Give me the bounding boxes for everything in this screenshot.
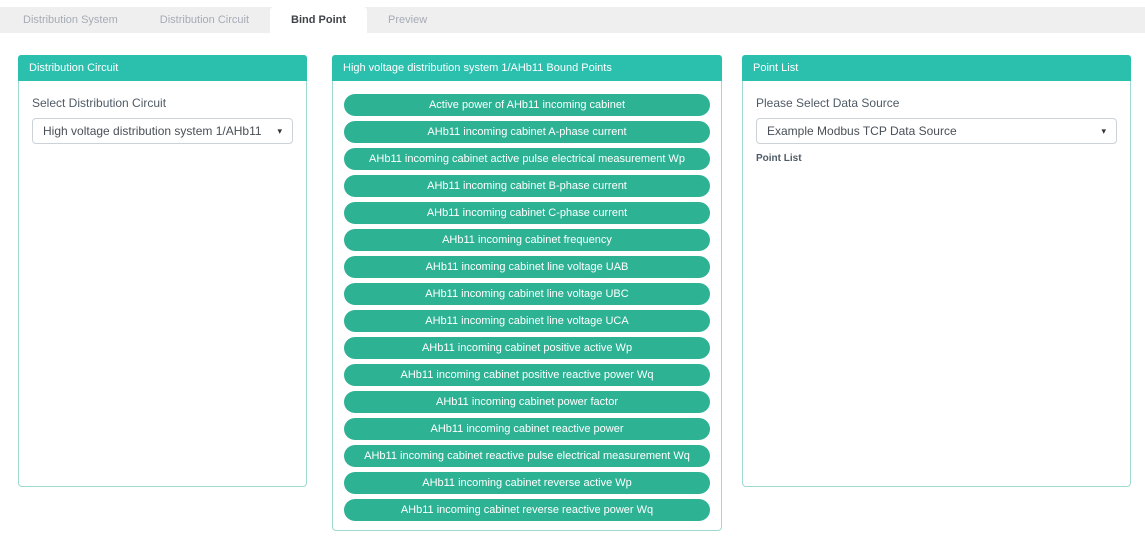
- bound-point-pill[interactable]: AHb11 incoming cabinet reverse reactive …: [344, 499, 710, 521]
- tab-bar: Distribution SystemDistribution CircuitB…: [0, 7, 1145, 33]
- point-list-label: Point List: [756, 153, 1117, 164]
- bound-points-list: Active power of AHb11 incoming cabinet AH…: [333, 81, 721, 521]
- tab-bind-point[interactable]: Bind Point: [270, 7, 367, 33]
- data-source-select-value: Example Modbus TCP Data Source: [767, 124, 957, 138]
- tab-distribution-circuit[interactable]: Distribution Circuit: [139, 7, 270, 33]
- tab-preview[interactable]: Preview: [367, 7, 448, 33]
- data-source-label: Please Select Data Source: [756, 96, 1117, 110]
- bound-point-pill[interactable]: AHb11 incoming cabinet A-phase current: [344, 121, 710, 143]
- bound-point-pill[interactable]: AHb11 incoming cabinet line voltage UCA: [344, 310, 710, 332]
- distribution-circuit-panel: Distribution Circuit Select Distribution…: [18, 55, 307, 487]
- bound-point-pill[interactable]: AHb11 incoming cabinet line voltage UBC: [344, 283, 710, 305]
- bound-point-pill[interactable]: AHb11 incoming cabinet reactive pulse el…: [344, 445, 710, 467]
- bound-point-pill[interactable]: AHb11 incoming cabinet positive active W…: [344, 337, 710, 359]
- bound-point-pill[interactable]: AHb11 incoming cabinet line voltage UAB: [344, 256, 710, 278]
- tab-distribution-system[interactable]: Distribution System: [2, 7, 139, 33]
- panel-title: High voltage distribution system 1/AHb11…: [332, 55, 722, 81]
- bound-point-pill[interactable]: AHb11 incoming cabinet reactive power: [344, 418, 710, 440]
- data-source-select[interactable]: Example Modbus TCP Data Source ▾: [756, 118, 1117, 144]
- bound-point-pill[interactable]: AHb11 incoming cabinet positive reactive…: [344, 364, 710, 386]
- point-list-panel: Point List Please Select Data Source Exa…: [742, 55, 1131, 487]
- bound-point-pill[interactable]: AHb11 incoming cabinet reverse active Wp: [344, 472, 710, 494]
- bound-point-pill[interactable]: AHb11 incoming cabinet C-phase current: [344, 202, 710, 224]
- top-strip: [0, 0, 1145, 7]
- bound-point-pill[interactable]: AHb11 incoming cabinet active pulse elec…: [344, 148, 710, 170]
- bound-point-pill[interactable]: AHb11 incoming cabinet power factor: [344, 391, 710, 413]
- panel-title: Point List: [742, 55, 1131, 81]
- select-distribution-circuit-label: Select Distribution Circuit: [32, 96, 293, 110]
- bound-points-panel: High voltage distribution system 1/AHb11…: [332, 55, 722, 531]
- distribution-circuit-select[interactable]: High voltage distribution system 1/AHb11…: [32, 118, 293, 144]
- panel-title: Distribution Circuit: [18, 55, 307, 81]
- bound-point-pill[interactable]: AHb11 incoming cabinet frequency: [344, 229, 710, 251]
- bound-point-pill[interactable]: AHb11 incoming cabinet B-phase current: [344, 175, 710, 197]
- bound-point-pill[interactable]: Active power of AHb11 incoming cabinet: [344, 94, 710, 116]
- chevron-down-icon: ▾: [1101, 126, 1106, 137]
- chevron-down-icon: ▾: [277, 126, 282, 137]
- distribution-circuit-select-value: High voltage distribution system 1/AHb11: [43, 124, 262, 138]
